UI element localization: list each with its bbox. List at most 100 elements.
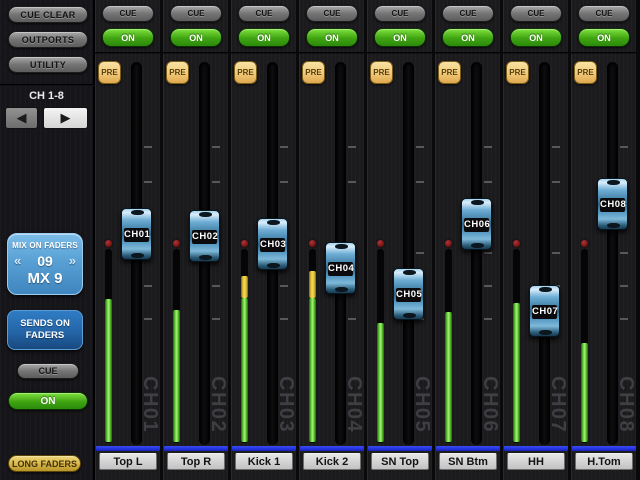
mix-next-icon[interactable]: »	[69, 255, 76, 267]
cap-notch	[131, 210, 144, 215]
channel-cue-button[interactable]: CUE	[374, 5, 426, 22]
outports-button[interactable]: OUTPORTS	[8, 31, 88, 48]
fader-handle[interactable]: CH06	[461, 198, 492, 250]
channel-name[interactable]: Top L	[99, 453, 157, 470]
channel-cue-button[interactable]: CUE	[306, 5, 358, 22]
channel-color-bar	[572, 446, 636, 451]
cap-notch	[335, 244, 348, 249]
mix-on-faders-panel[interactable]: MIX ON FADERS « 09 » MX 9	[7, 233, 83, 295]
channel-watermark: CH04	[344, 376, 365, 448]
cap-notch	[199, 255, 212, 260]
pre-badge[interactable]: PRE	[370, 61, 393, 84]
channel-on-button[interactable]: ON	[374, 28, 426, 47]
mix-name: MX 9	[8, 270, 82, 287]
cue-clear-button[interactable]: CUE CLEAR	[8, 6, 88, 23]
cap-notch	[539, 330, 552, 335]
channel-on-button[interactable]: ON	[306, 28, 358, 47]
channel-on-button[interactable]: ON	[442, 28, 494, 47]
mix-prev-icon[interactable]: «	[14, 255, 21, 267]
long-faders-button[interactable]: LONG FADERS	[8, 455, 81, 472]
channel-name[interactable]: HH	[507, 453, 565, 470]
fader-channel-label: CH02	[192, 230, 217, 244]
bank-next-button[interactable]: ▶	[43, 107, 88, 129]
fader-track[interactable]	[607, 62, 618, 445]
fader-handle[interactable]: CH08	[597, 178, 628, 230]
meter-fill-green	[513, 303, 520, 442]
fader-track[interactable]	[539, 62, 550, 445]
channel-color-bar	[368, 446, 432, 451]
channel-watermark: CH03	[276, 376, 297, 448]
cap-notch	[607, 223, 620, 228]
channel-name[interactable]: SN Btm	[439, 453, 497, 470]
clip-indicator	[173, 240, 180, 247]
strip-divider	[299, 52, 365, 54]
cap-notch	[267, 220, 280, 225]
channel-cue-button[interactable]: CUE	[510, 5, 562, 22]
channel-watermark: CH05	[412, 376, 433, 448]
channel-on-button[interactable]: ON	[238, 28, 290, 47]
channel-on-button[interactable]: ON	[578, 28, 630, 47]
channel-color-bar	[232, 446, 296, 451]
clip-indicator	[581, 240, 588, 247]
channel-color-bar	[96, 446, 160, 451]
pre-badge[interactable]: PRE	[506, 61, 529, 84]
channel-strip: CUE ON PRE CH08 CH08 H.Tom	[571, 0, 637, 480]
sends-on-faders-button[interactable]: SENDS ON FADERS	[7, 310, 83, 350]
channel-strip: CUE ON PRE CH07 CH07 HH	[503, 0, 569, 480]
channel-name[interactable]: H.Tom	[575, 453, 633, 470]
fader-handle[interactable]: CH07	[529, 285, 560, 337]
sidebar-cue-button[interactable]: CUE	[17, 363, 79, 379]
meter-track	[241, 249, 248, 443]
fader-handle[interactable]: CH03	[257, 218, 288, 270]
strip-divider	[163, 52, 229, 54]
fader-handle[interactable]: CH02	[189, 210, 220, 262]
channel-watermark: CH07	[548, 376, 569, 448]
fader-track[interactable]	[403, 62, 414, 445]
channel-watermark: CH01	[140, 376, 161, 448]
clip-indicator	[445, 240, 452, 247]
fader-channel-label: CH08	[600, 198, 625, 212]
channel-watermark: CH02	[208, 376, 229, 448]
meter-fill-yellow	[309, 271, 316, 298]
fader-handle[interactable]: CH04	[325, 242, 356, 294]
channel-cue-button[interactable]: CUE	[578, 5, 630, 22]
channel-cue-button[interactable]: CUE	[442, 5, 494, 22]
cap-notch	[607, 180, 620, 185]
cap-notch	[335, 287, 348, 292]
channel-cue-button[interactable]: CUE	[238, 5, 290, 22]
pre-badge[interactable]: PRE	[166, 61, 189, 84]
strip-divider	[95, 52, 161, 54]
cap-notch	[471, 200, 484, 205]
sidebar-on-button[interactable]: ON	[8, 392, 88, 410]
fader-channel-label: CH03	[260, 238, 285, 252]
channel-watermark: CH06	[480, 376, 501, 448]
fader-handle[interactable]: CH05	[393, 268, 424, 320]
fader-track[interactable]	[471, 62, 482, 445]
mixer-app: CUE CLEAR OUTPORTS UTILITY CH 1-8 ◀ ▶ MI…	[0, 0, 640, 480]
utility-button[interactable]: UTILITY	[8, 56, 88, 73]
pre-badge[interactable]: PRE	[98, 61, 121, 84]
channel-name[interactable]: SN Top	[371, 453, 429, 470]
meter-track	[581, 249, 588, 443]
bank-prev-button[interactable]: ◀	[5, 107, 38, 129]
strip-divider	[503, 52, 569, 54]
channel-strip: CUE ON PRE CH04 CH04 Kick 2	[299, 0, 365, 480]
channel-cue-button[interactable]: CUE	[102, 5, 154, 22]
channel-name[interactable]: Kick 2	[303, 453, 361, 470]
channel-on-button[interactable]: ON	[170, 28, 222, 47]
channel-cue-button[interactable]: CUE	[170, 5, 222, 22]
meter-track	[105, 249, 112, 443]
fader-handle[interactable]: CH01	[121, 208, 152, 260]
clip-indicator	[309, 240, 316, 247]
pre-badge[interactable]: PRE	[438, 61, 461, 84]
pre-badge[interactable]: PRE	[574, 61, 597, 84]
channel-on-button[interactable]: ON	[510, 28, 562, 47]
channel-name[interactable]: Kick 1	[235, 453, 293, 470]
channel-on-button[interactable]: ON	[102, 28, 154, 47]
pre-badge[interactable]: PRE	[234, 61, 257, 84]
meter-track	[309, 249, 316, 443]
channel-name[interactable]: Top R	[167, 453, 225, 470]
pre-badge[interactable]: PRE	[302, 61, 325, 84]
meter-fill-green	[173, 310, 180, 442]
cap-notch	[131, 253, 144, 258]
